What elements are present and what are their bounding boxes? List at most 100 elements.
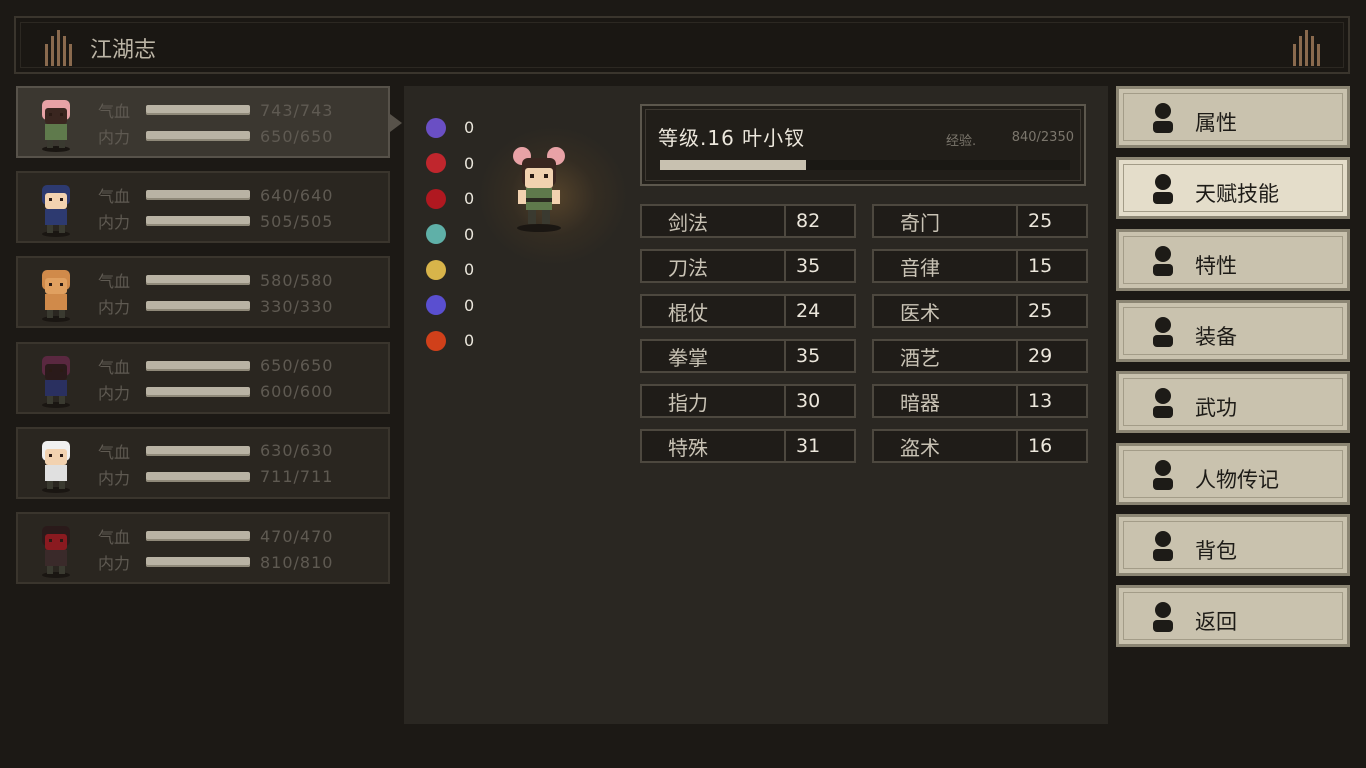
- attribute-box: 剑法 82: [640, 204, 856, 238]
- character-sprite: [513, 147, 565, 232]
- attribute-name: 暗器: [874, 386, 1018, 416]
- party-member-card[interactable]: 气血 580/580 内力 330/330: [16, 256, 390, 329]
- status-count: 0: [464, 224, 475, 244]
- attribute-name: 医术: [874, 296, 1018, 326]
- party-member-card[interactable]: 气血 650/650 内力 600/600: [16, 341, 390, 414]
- menu-button[interactable]: 特性: [1116, 228, 1350, 291]
- avatar: [42, 440, 70, 493]
- status-effect: 0: [426, 323, 474, 359]
- hp-bar: [146, 360, 250, 371]
- exp-value: 840/2350: [1011, 130, 1074, 145]
- avatar: [42, 355, 70, 408]
- attribute-name: 特殊: [642, 431, 786, 461]
- level-name: 等级.16 叶小钗: [658, 126, 806, 150]
- mp-value: 330/330: [260, 296, 334, 316]
- menu-button[interactable]: 背包: [1116, 513, 1350, 576]
- attribute-name: 剑法: [642, 206, 786, 236]
- status-effect-list: 0 0 0 0 0 0 0: [426, 110, 474, 359]
- attribute-value: 25: [1028, 300, 1053, 322]
- attribute-box: 拳掌 35: [640, 339, 856, 373]
- mp-label: 内力: [98, 383, 131, 403]
- hp-label: 气血: [98, 102, 131, 121]
- mp-bar: [146, 301, 250, 312]
- attribute-box: 奇门 25: [872, 204, 1088, 238]
- stun-star-icon: [426, 259, 446, 280]
- hp-bar: [146, 531, 250, 541]
- attribute-name: 音律: [874, 251, 1018, 281]
- status-effect: 0: [426, 110, 474, 146]
- attribute-value: 16: [1028, 435, 1053, 457]
- avatar: [42, 100, 70, 152]
- attribute-box: 特殊 31: [640, 429, 856, 463]
- mp-label: 内力: [98, 468, 131, 488]
- sword-icon: [1153, 316, 1173, 347]
- attribute-name: 酒艺: [874, 341, 1018, 371]
- menu-button[interactable]: 装备: [1116, 299, 1350, 362]
- exp-bar: [660, 160, 1070, 170]
- status-effect: 0: [426, 146, 474, 182]
- hp-label: 气血: [98, 187, 131, 207]
- status-effect: 0: [426, 288, 474, 324]
- status-effect: 0: [426, 217, 474, 253]
- attribute-name: 棍仗: [642, 296, 786, 326]
- blood-drop-icon: [426, 188, 446, 209]
- trait-heart-icon: [1153, 245, 1173, 276]
- hp-value: 650/650: [260, 356, 334, 376]
- attribute-box: 音律 15: [872, 249, 1088, 283]
- menu-button[interactable]: 武功: [1116, 371, 1350, 434]
- party-member-card[interactable]: 气血 743/743 内力 650/650: [16, 86, 402, 158]
- menu-button[interactable]: 属性: [1116, 86, 1350, 148]
- menu-label: 特性: [1195, 253, 1237, 278]
- avatar: [42, 185, 70, 238]
- bag-icon: [1153, 530, 1173, 561]
- party-member-card[interactable]: 气血 470/470 内力 810/810: [16, 512, 390, 584]
- mp-label: 内力: [98, 298, 131, 318]
- mp-label: 内力: [98, 554, 131, 573]
- mp-bar: [146, 557, 250, 567]
- attribute-value: 35: [796, 255, 821, 277]
- party-member-card[interactable]: 气血 630/630 内力 711/711: [16, 426, 390, 499]
- ornament-icon: [38, 26, 78, 66]
- exp-label: 经验.: [946, 134, 977, 149]
- attribute-name: 拳掌: [642, 341, 786, 371]
- ornament-icon: [1286, 26, 1326, 66]
- broken-heart-icon: [426, 153, 446, 174]
- mp-bar: [146, 386, 250, 397]
- attribute-value: 31: [796, 435, 821, 457]
- menu-button[interactable]: 天赋技能: [1116, 157, 1350, 220]
- attribute-value: 35: [796, 345, 821, 367]
- attribute-value: 15: [1028, 255, 1053, 277]
- hp-label: 气血: [98, 442, 131, 462]
- hp-label: 气血: [98, 528, 131, 547]
- menu-button[interactable]: 返回: [1116, 585, 1350, 648]
- mp-value: 810/810: [260, 552, 334, 572]
- attribute-box: 盗术 16: [872, 429, 1088, 463]
- hp-bar: [146, 105, 250, 115]
- menu-label: 天赋技能: [1195, 182, 1279, 207]
- attribute-name: 指力: [642, 386, 786, 416]
- talent-icon: [1153, 174, 1173, 205]
- hp-bar: [146, 275, 250, 286]
- status-count: 0: [464, 260, 475, 280]
- hp-label: 气血: [98, 357, 131, 377]
- status-effect: 0: [426, 181, 474, 217]
- menu-label: 装备: [1195, 324, 1237, 349]
- mp-bar: [146, 471, 250, 482]
- avatar: [42, 526, 70, 578]
- attribute-box: 暗器 13: [872, 384, 1088, 418]
- title-bar: 江湖志: [14, 16, 1350, 74]
- attribute-box: 指力 30: [640, 384, 856, 418]
- hp-bar: [146, 445, 250, 456]
- biography-book-icon: [1153, 459, 1173, 490]
- menu-button[interactable]: 人物传记: [1116, 442, 1350, 505]
- mp-bar: [146, 216, 250, 227]
- poison-skull-icon: [426, 224, 446, 245]
- attribute-box: 医术 25: [872, 294, 1088, 328]
- mp-value: 650/650: [260, 126, 334, 146]
- hp-value: 470/470: [260, 526, 334, 546]
- mp-label: 内力: [98, 128, 131, 147]
- attribute-value: 30: [796, 390, 821, 412]
- party-member-card[interactable]: 气血 640/640 内力 505/505: [16, 171, 390, 244]
- mp-bar: [146, 131, 250, 141]
- mp-value: 600/600: [260, 382, 334, 402]
